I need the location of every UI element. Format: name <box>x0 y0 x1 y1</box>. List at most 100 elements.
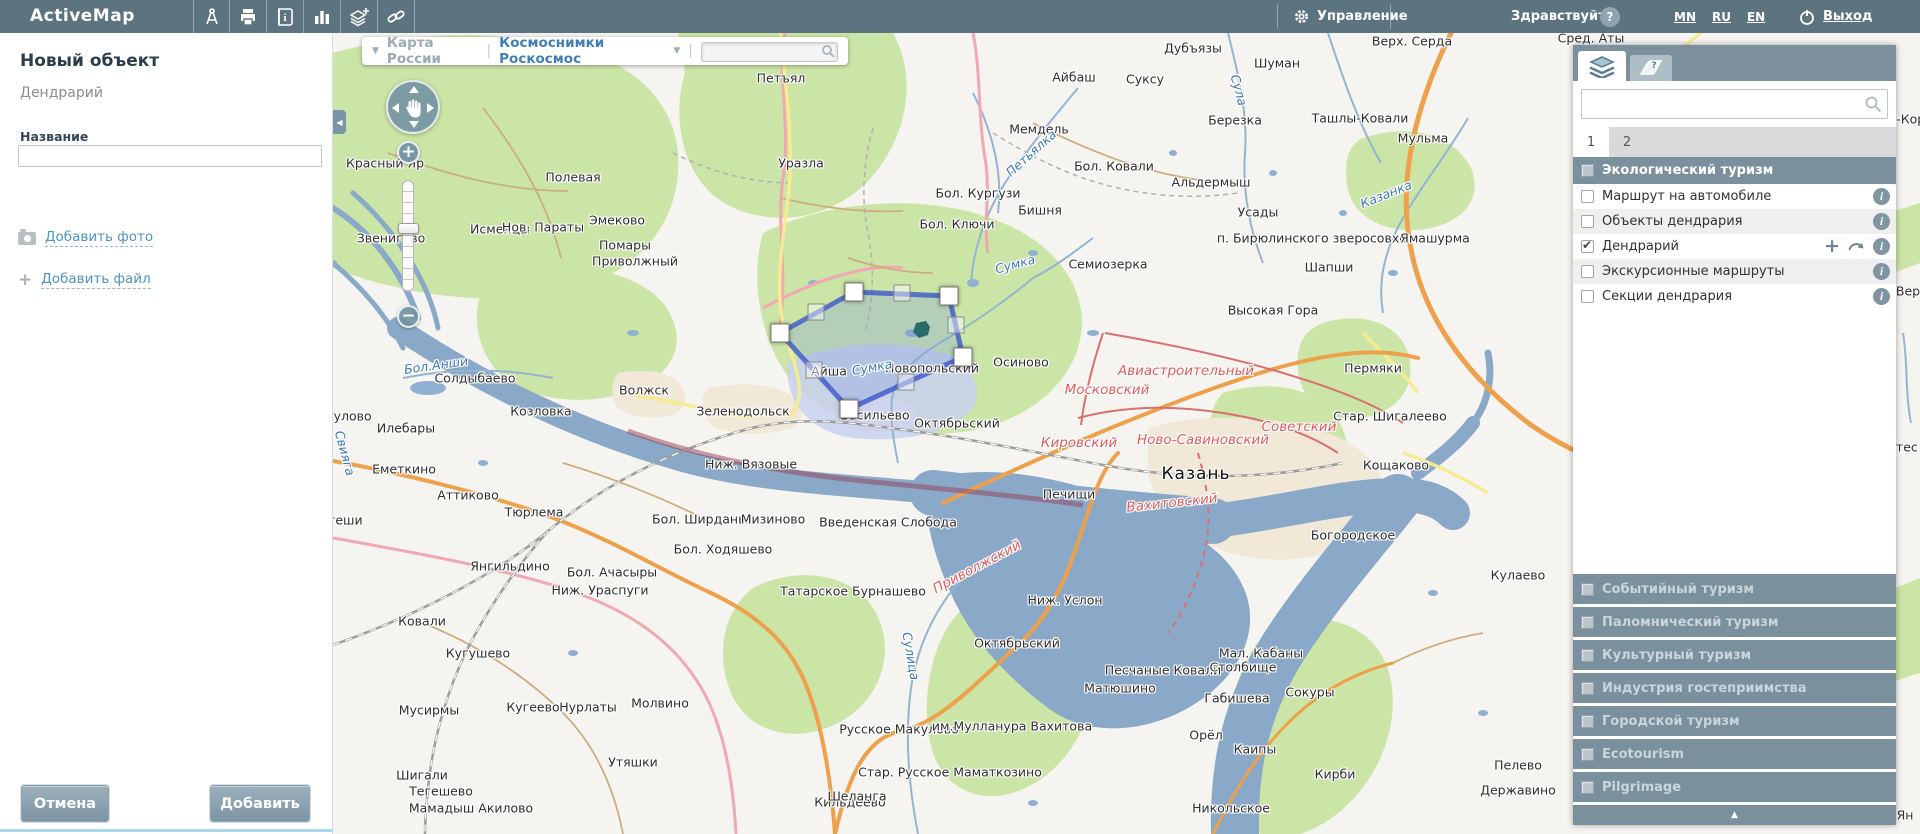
pan-right-icon[interactable] <box>427 103 434 113</box>
name-input[interactable] <box>18 145 322 167</box>
map-layer-toolbar: ▼ Карта России | Космоснимки Роскосмос ▼… <box>362 37 848 65</box>
zoom-slider[interactable] <box>402 180 414 292</box>
zoom-out-button[interactable]: − <box>397 305 420 328</box>
map-search-input[interactable] <box>701 42 838 62</box>
polygon-vertex-handle[interactable] <box>845 283 864 302</box>
lang-mn[interactable]: MN <box>1674 10 1696 24</box>
zoom-slider-handle[interactable] <box>398 223 419 234</box>
polygon-vertex-handle[interactable] <box>840 400 859 419</box>
pan-control[interactable] <box>386 80 440 134</box>
statistics-icon[interactable] <box>304 0 341 33</box>
layer-group-6[interactable]: Ecotourism <box>1573 739 1896 769</box>
logout-button[interactable]: Выход <box>1798 0 1872 33</box>
layer-info-icon[interactable]: i <box>1873 238 1890 255</box>
group-label: Городской туризм <box>1602 714 1740 729</box>
add-layer-icon[interactable] <box>341 0 378 33</box>
map-label: Столбище <box>1210 660 1277 675</box>
measure-tool-icon[interactable] <box>193 0 230 33</box>
print-icon[interactable] <box>230 0 267 33</box>
chevron-down-icon[interactable]: ▼ <box>673 46 680 56</box>
map-label: Татарское Бурнашево <box>780 584 926 599</box>
search-icon <box>821 44 835 58</box>
group-checkbox[interactable] <box>1581 748 1594 761</box>
polygon-midpoint-handle[interactable] <box>898 374 915 391</box>
layer-info-icon[interactable]: i <box>1873 188 1890 205</box>
sidebar-collapse-tab[interactable]: ◀ <box>333 110 346 134</box>
polygon-vertex-handle[interactable] <box>954 348 973 367</box>
group-checkbox[interactable] <box>1581 715 1594 728</box>
group-checkbox[interactable] <box>1581 164 1594 177</box>
base-layer-selector[interactable]: Карта России <box>387 35 479 67</box>
layer-group-2[interactable]: Паломнический туризм <box>1573 607 1896 637</box>
polygon-vertex-handle[interactable] <box>771 324 790 343</box>
layer-checkbox[interactable] <box>1581 190 1594 203</box>
layer-group-5[interactable]: Городской туризм <box>1573 706 1896 736</box>
layer-row-2[interactable]: Дендрарий+i <box>1573 234 1896 259</box>
map-label: Введенская Слобода <box>819 515 957 530</box>
pan-down-icon[interactable] <box>409 121 419 128</box>
submit-button[interactable]: Добавить <box>210 785 310 822</box>
layer-info-icon[interactable]: i <box>1873 263 1890 280</box>
layer-row-3[interactable]: Экскурсионные маршрутыi <box>1573 259 1896 284</box>
undo-icon[interactable] <box>1848 240 1865 253</box>
layer-group-1[interactable]: Событийный туризм <box>1573 574 1896 604</box>
help-button[interactable]: ? <box>1600 0 1620 33</box>
layer-row-0[interactable]: Маршрут на автомобилеi <box>1573 184 1896 209</box>
group-checkbox[interactable] <box>1581 649 1594 662</box>
layer-search-input[interactable] <box>1581 89 1888 119</box>
add-file-button[interactable]: + Добавить файл <box>18 271 151 289</box>
layer-checkbox[interactable] <box>1581 265 1594 278</box>
layer-checkbox[interactable] <box>1581 290 1594 303</box>
add-object-icon[interactable]: + <box>1824 238 1840 255</box>
link-icon[interactable] <box>378 0 415 33</box>
polygon-midpoint-handle[interactable] <box>806 362 823 379</box>
add-photo-button[interactable]: Добавить фото <box>18 229 153 247</box>
pan-up-icon[interactable] <box>409 86 419 93</box>
tab-legend[interactable]: ? <box>1630 55 1672 81</box>
map-label: Осиново <box>993 355 1049 370</box>
group-checkbox[interactable] <box>1581 583 1594 596</box>
plus-icon: + <box>18 274 32 287</box>
info-guide-icon[interactable]: i <box>267 0 304 33</box>
map-label: Нурлаты <box>559 700 617 715</box>
group-label: Культурный туризм <box>1602 648 1751 663</box>
pager-page-2[interactable]: 2 <box>1609 127 1645 157</box>
layer-row-4[interactable]: Секции дендрарияi <box>1573 284 1896 309</box>
layer-info-icon[interactable]: i <box>1873 213 1890 230</box>
polygon-midpoint-handle[interactable] <box>894 285 911 302</box>
layer-group-3[interactable]: Культурный туризм <box>1573 640 1896 670</box>
layer-row-1[interactable]: Объекты дендрарияi <box>1573 209 1896 234</box>
group-checkbox[interactable] <box>1581 781 1594 794</box>
polygon-midpoint-handle[interactable] <box>808 304 825 321</box>
page-title: Новый объект <box>20 51 159 71</box>
satellite-layer-selector[interactable]: Космоснимки Роскосмос <box>499 35 665 67</box>
object-type-label: Дендрарий <box>20 85 103 101</box>
map-label: Мульма <box>1398 131 1449 146</box>
toolbar-divider: | <box>688 43 693 59</box>
polygon-vertex-handle[interactable] <box>940 287 959 306</box>
map-label: Утяшки <box>608 755 658 770</box>
pan-left-icon[interactable] <box>392 103 399 113</box>
group-label: Ecotourism <box>1602 747 1684 762</box>
layer-group-4[interactable]: Индустрия гостеприимства <box>1573 673 1896 703</box>
cancel-button[interactable]: Отмена <box>21 785 109 822</box>
group-checkbox[interactable] <box>1581 682 1594 695</box>
layer-checkbox[interactable] <box>1581 240 1594 253</box>
layer-group-7[interactable]: Pilgrimage <box>1573 772 1896 802</box>
pager-page-1[interactable]: 1 <box>1573 127 1609 157</box>
group-checkbox[interactable] <box>1581 616 1594 629</box>
map-label: Шигали <box>396 768 448 783</box>
layer-info-icon[interactable]: i <box>1873 288 1890 305</box>
zoom-in-button[interactable]: + <box>397 141 420 164</box>
chevron-down-icon[interactable]: ▼ <box>372 46 379 56</box>
tab-layers[interactable] <box>1578 51 1626 81</box>
layer-checkbox[interactable] <box>1581 215 1594 228</box>
lang-ru[interactable]: RU <box>1712 10 1731 24</box>
map-label: Айбаш <box>1052 70 1095 85</box>
panel-collapse-button[interactable]: ▲ <box>1573 805 1896 825</box>
layer-group-0[interactable]: Экологический туризм <box>1573 157 1896 184</box>
panel-expanded-groups: Экологический туризмМаршрут на автомобил… <box>1573 157 1896 309</box>
polygon-midpoint-handle[interactable] <box>948 317 965 334</box>
lang-en[interactable]: EN <box>1747 10 1765 24</box>
map-label: Березка <box>1208 113 1262 128</box>
